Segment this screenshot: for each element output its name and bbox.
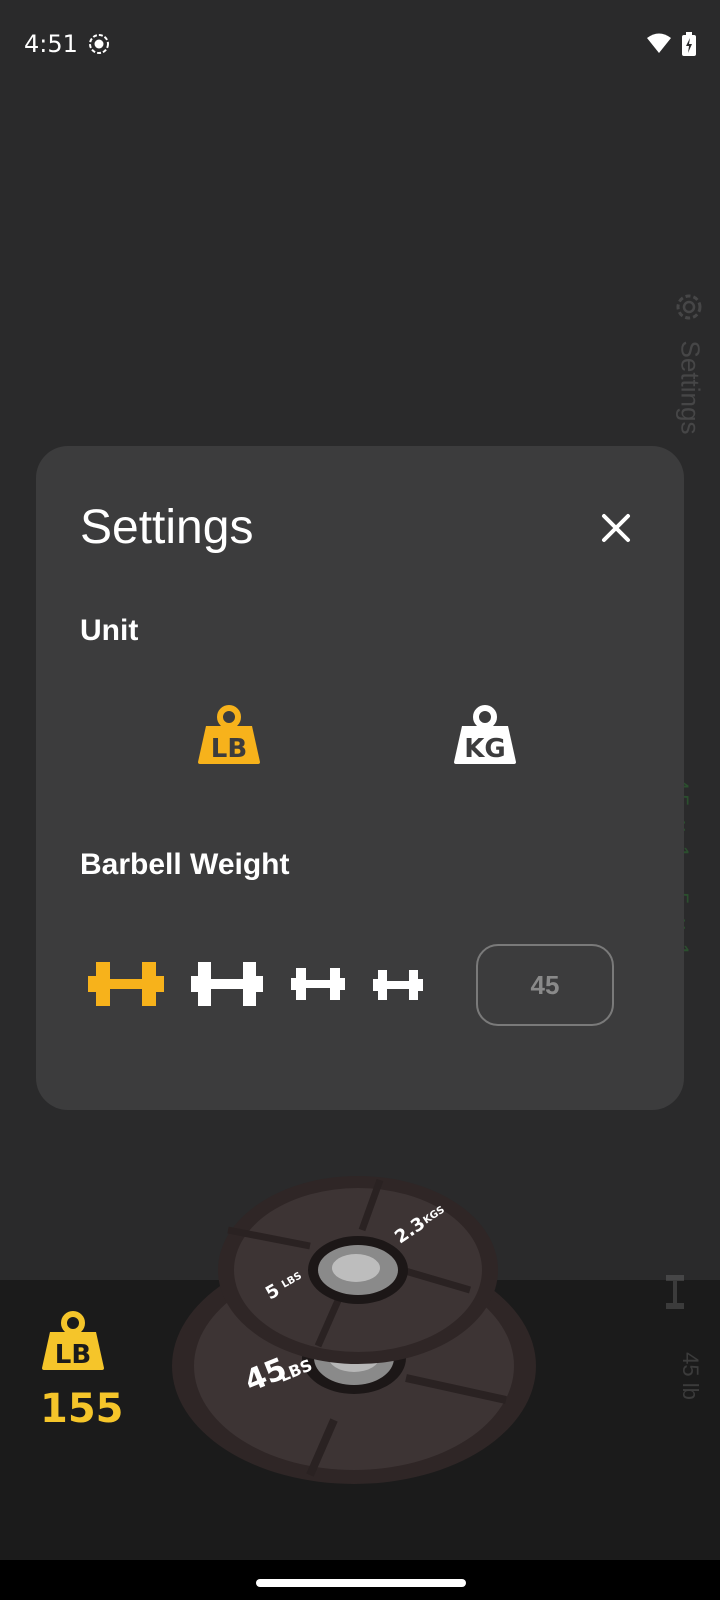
settings-dialog: Settings Unit LB KG Barbell Weight 45 xyxy=(36,446,684,1110)
lb-weight-icon: LB xyxy=(184,705,262,770)
barbell-icon xyxy=(191,962,263,1010)
kg-weight-icon: KG xyxy=(440,705,518,770)
barbell-weight-heading: Barbell Weight xyxy=(80,848,290,881)
barbell-option-4[interactable] xyxy=(373,970,423,1005)
dumbbell-icon xyxy=(664,1275,686,1314)
dialog-title: Settings xyxy=(80,501,254,554)
battery-icon xyxy=(682,32,696,61)
plate-5: 5 LBS 2.3 KGS xyxy=(218,1176,498,1364)
barbell-option-1[interactable] xyxy=(88,962,164,1011)
barbell-side-info: 45 lb xyxy=(664,1275,714,1435)
status-time: 4:51 xyxy=(24,30,78,58)
total-weight-value: 155 xyxy=(40,1386,124,1432)
recording-icon xyxy=(88,33,110,60)
close-button[interactable] xyxy=(594,506,638,550)
total-lb-weight-icon: LB xyxy=(40,1310,106,1377)
gear-icon xyxy=(674,292,704,327)
settings-side-button[interactable]: Settings xyxy=(672,292,712,452)
barbell-option-3[interactable] xyxy=(291,968,345,1005)
barbell-icon xyxy=(88,962,164,1010)
plates-visual: 45 LBS 20 KG 5 LBS 2.3 KGS xyxy=(170,1170,540,1505)
barbell-side-label: 45 lb xyxy=(678,1352,703,1400)
barbell-icon xyxy=(291,968,345,1004)
barbell-weight-input[interactable]: 45 xyxy=(476,944,614,1026)
close-icon xyxy=(594,514,638,554)
unit-heading: Unit xyxy=(80,614,139,647)
barbell-icon xyxy=(373,970,423,1004)
wifi-icon xyxy=(646,32,672,59)
unit-lb-label: LB xyxy=(211,734,247,764)
home-gesture-handle[interactable] xyxy=(256,1579,466,1587)
settings-side-label: Settings xyxy=(675,340,706,435)
unit-lb-button[interactable]: LB xyxy=(184,704,274,784)
barbell-option-2[interactable] xyxy=(191,962,263,1011)
unit-kg-button[interactable]: KG xyxy=(440,704,530,784)
total-unit-label: LB xyxy=(55,1340,91,1370)
status-bar: 4:51 xyxy=(0,0,720,90)
unit-kg-label: KG xyxy=(464,734,506,764)
